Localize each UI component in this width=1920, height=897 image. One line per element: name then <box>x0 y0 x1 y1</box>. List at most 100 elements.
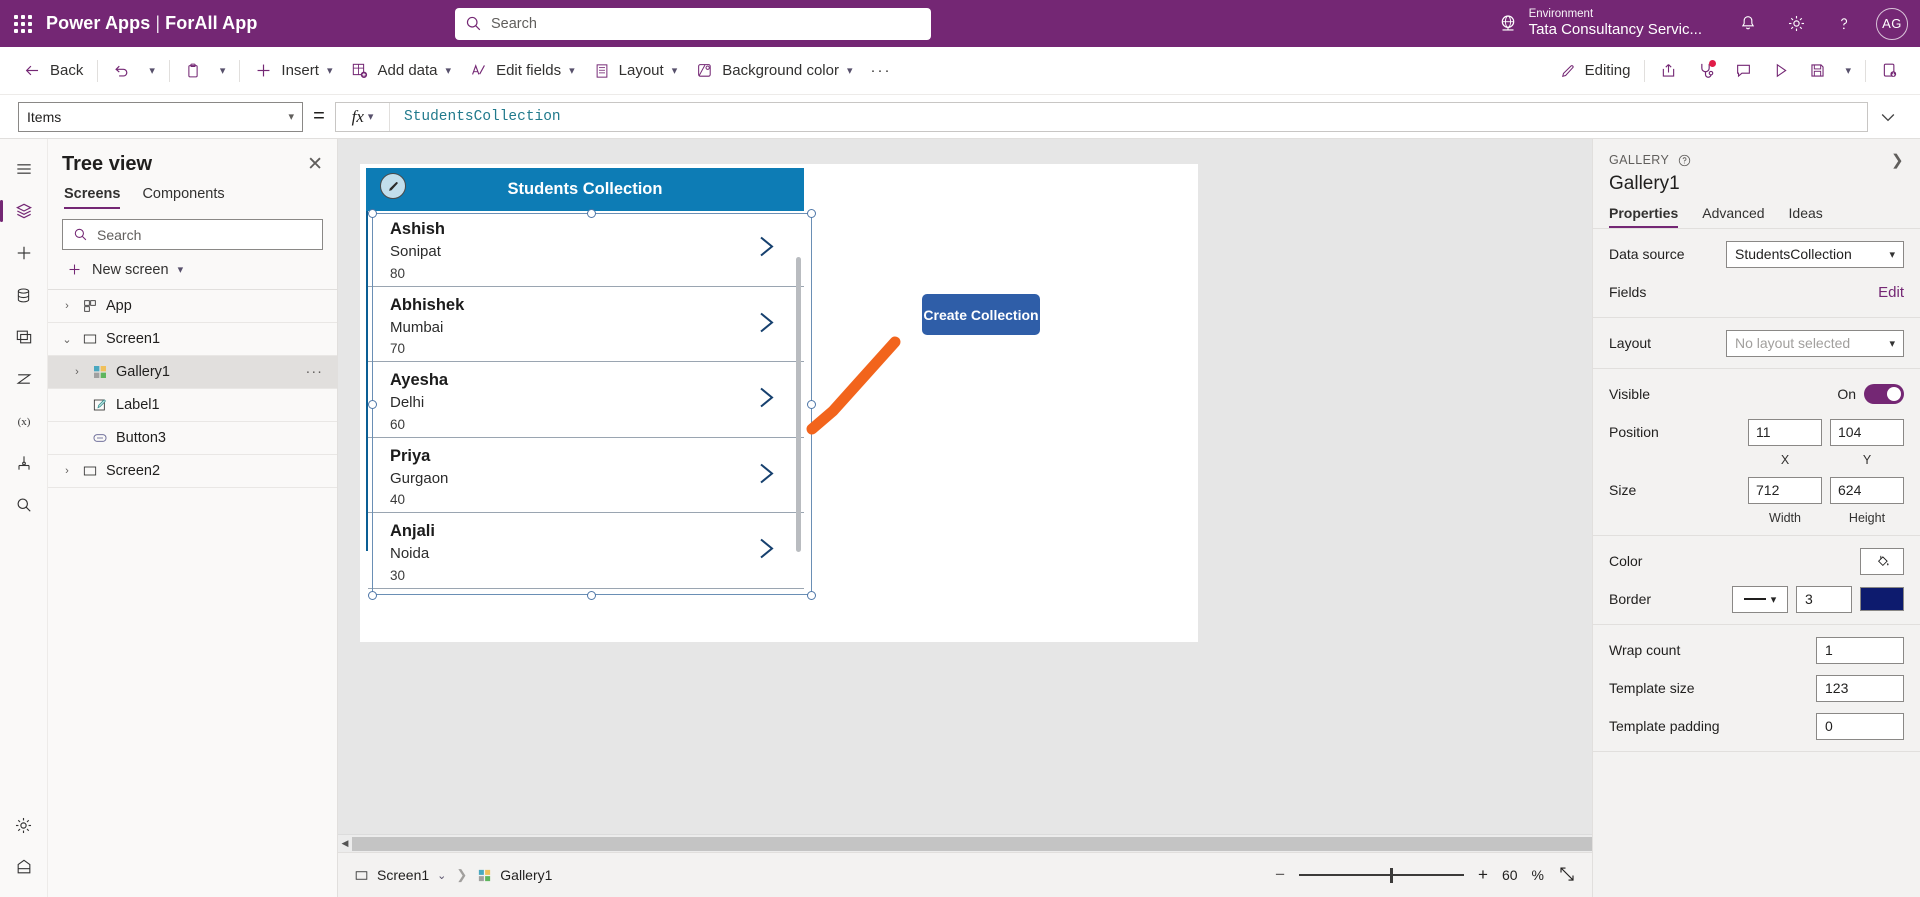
resize-handle-middle-left[interactable] <box>368 400 377 409</box>
zoom-in-button[interactable]: + <box>1478 865 1488 885</box>
settings-icon[interactable] <box>4 805 44 845</box>
tab-screens[interactable]: Screens <box>64 186 121 209</box>
add-data-button[interactable]: Add data ▾ <box>341 53 460 89</box>
pencil-icon[interactable] <box>380 173 406 199</box>
size-height-input[interactable]: 624 <box>1830 476 1904 504</box>
gallery-items-list[interactable]: Ashish Sonipat 80 Abhishek Mumbai 70 Aye… <box>366 211 804 589</box>
components-icon[interactable] <box>4 443 44 483</box>
search-input[interactable]: Search <box>62 219 323 250</box>
create-collection-button[interactable]: Create Collection <box>922 294 1040 335</box>
wrap-count-input[interactable]: 1 <box>1816 636 1904 664</box>
zoom-slider[interactable] <box>1299 867 1465 883</box>
edit-fields-link[interactable]: Edit <box>1878 284 1904 301</box>
position-y-input[interactable]: 104 <box>1830 418 1904 446</box>
undo-dropdown[interactable]: ▾ <box>140 53 164 89</box>
chevron-right-icon[interactable] <box>754 535 778 566</box>
undo-button[interactable] <box>103 53 140 89</box>
save-icon[interactable] <box>1799 53 1836 89</box>
menu-icon[interactable] <box>4 149 44 189</box>
editing-mode-button[interactable]: Editing <box>1550 53 1640 89</box>
resize-handle-bottom-right[interactable] <box>807 591 816 600</box>
tab-ideas[interactable]: Ideas <box>1789 205 1823 228</box>
fill-bucket-icon[interactable] <box>1860 547 1904 575</box>
comments-icon[interactable] <box>1725 53 1762 89</box>
scrollbar-thumb[interactable] <box>352 836 1592 851</box>
layout-button[interactable]: Layout ▾ <box>584 53 687 89</box>
position-x-input[interactable]: 11 <box>1748 418 1822 446</box>
chevron-right-icon[interactable] <box>754 459 778 490</box>
global-search[interactable]: Search <box>455 7 931 40</box>
gallery-item[interactable]: Ayesha Delhi 60 <box>368 362 804 438</box>
resize-handle-top-right[interactable] <box>807 209 816 218</box>
back-button[interactable]: Back <box>14 53 92 89</box>
border-style-select[interactable]: ▾ <box>1732 585 1788 613</box>
gallery-item[interactable]: Ashish Sonipat 80 <box>368 211 804 287</box>
share-icon[interactable] <box>1650 53 1687 89</box>
paste-dropdown[interactable]: ▾ <box>211 53 235 89</box>
canvas-horizontal-scrollbar[interactable]: ◀ <box>338 834 1592 852</box>
gallery-item[interactable]: Anjali Noida 30 <box>368 513 804 589</box>
data-icon[interactable] <box>4 275 44 315</box>
expander-icon[interactable]: › <box>60 300 74 312</box>
app-launcher-icon[interactable] <box>0 14 46 33</box>
chevron-down-icon[interactable] <box>1868 107 1908 127</box>
help-circle-icon[interactable] <box>1677 153 1692 168</box>
tree-node-more-button[interactable]: ··· <box>306 364 338 380</box>
chevron-down-icon[interactable]: ⌄ <box>437 869 446 882</box>
gallery-control[interactable]: Students Collection Ashish Sonipat 80 Ab… <box>366 168 816 600</box>
brand-title[interactable]: Power Apps | ForAll App <box>46 13 257 34</box>
gallery-item[interactable]: Abhishek Mumbai 70 <box>368 287 804 362</box>
environment-selector[interactable]: Environment Tata Consultancy Servic... <box>1497 8 1702 38</box>
formula-input[interactable]: fx ▾ StudentsCollection <box>335 101 1868 132</box>
tab-properties[interactable]: Properties <box>1609 205 1679 228</box>
collapse-panel-button[interactable]: ❯ <box>1891 151 1904 169</box>
expander-icon[interactable]: › <box>60 465 74 477</box>
insert-icon[interactable] <box>4 233 44 273</box>
template-padding-input[interactable]: 0 <box>1816 712 1904 740</box>
more-commands-button[interactable]: ··· <box>861 53 900 89</box>
tree-node-app[interactable]: › App <box>48 290 337 323</box>
gallery-scrollbar[interactable] <box>796 257 801 552</box>
save-dropdown[interactable]: ▾ <box>1836 53 1860 89</box>
border-color-swatch[interactable] <box>1860 587 1904 611</box>
expand-icon[interactable] <box>1558 865 1576 886</box>
help-icon[interactable] <box>1820 0 1868 47</box>
property-selector[interactable]: Items ▾ <box>18 101 303 132</box>
expander-icon[interactable]: › <box>70 366 84 378</box>
tab-advanced[interactable]: Advanced <box>1702 205 1764 228</box>
variables-icon[interactable]: (x) <box>4 401 44 441</box>
tree-node-screen1[interactable]: ⌄ Screen1 <box>48 323 337 356</box>
resize-handle-middle-right[interactable] <box>807 400 816 409</box>
gear-icon[interactable] <box>1772 0 1820 47</box>
publish-icon[interactable] <box>1871 53 1908 89</box>
layout-select[interactable]: No layout selected ▾ <box>1726 329 1904 357</box>
fx-button[interactable]: fx ▾ <box>336 102 390 131</box>
search-icon[interactable] <box>4 485 44 525</box>
bell-icon[interactable] <box>1724 0 1772 47</box>
tree-node-button3[interactable]: Button3 <box>48 422 337 455</box>
app-checker-icon[interactable] <box>1687 53 1725 89</box>
edit-fields-button[interactable]: Edit fields ▾ <box>460 53 584 89</box>
data-source-select[interactable]: StudentsCollection ▾ <box>1726 240 1904 268</box>
border-width-input[interactable]: 3 <box>1796 585 1852 613</box>
resize-handle-top-center[interactable] <box>587 209 596 218</box>
tree-node-label1[interactable]: Label1 <box>48 389 337 422</box>
new-screen-button[interactable]: New screen ▾ <box>48 250 337 289</box>
tab-components[interactable]: Components <box>142 186 224 209</box>
insert-button[interactable]: Insert ▾ <box>245 53 341 89</box>
tree-view-icon[interactable] <box>0 191 44 231</box>
app-screen-canvas[interactable]: Students Collection Ashish Sonipat 80 Ab… <box>360 164 1198 642</box>
resize-handle-bottom-left[interactable] <box>368 591 377 600</box>
zoom-out-button[interactable]: − <box>1275 865 1285 885</box>
power-automate-icon[interactable] <box>4 359 44 399</box>
breadcrumb-screen[interactable]: Screen1 ⌄ <box>354 867 446 883</box>
visible-toggle[interactable] <box>1864 384 1904 404</box>
paste-button[interactable] <box>175 53 211 89</box>
scroll-left-icon[interactable]: ◀ <box>338 838 352 849</box>
resize-handle-bottom-center[interactable] <box>587 591 596 600</box>
close-icon[interactable]: ✕ <box>307 155 323 174</box>
tree-node-screen2[interactable]: › Screen2 <box>48 455 337 488</box>
media-icon[interactable] <box>4 317 44 357</box>
expander-icon[interactable]: ⌄ <box>60 333 74 346</box>
chevron-right-icon[interactable] <box>754 308 778 339</box>
